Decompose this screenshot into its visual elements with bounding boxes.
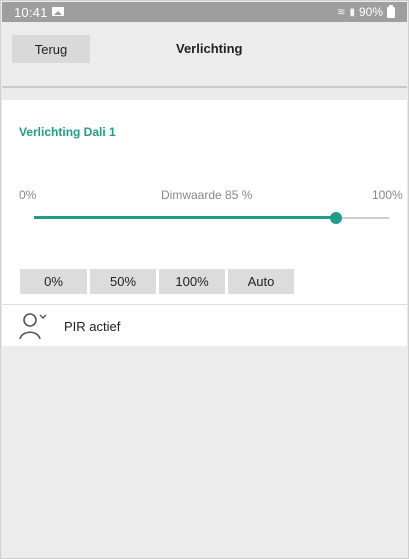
empty-area <box>2 346 407 558</box>
status-time: 10:41 <box>14 5 48 20</box>
pir-label: PIR actief <box>64 319 121 334</box>
dim-slider[interactable] <box>34 210 389 226</box>
battery-icon <box>387 4 395 18</box>
status-bar: 10:41 ≋ ▮ 90% <box>2 2 407 22</box>
slider-fill <box>34 216 336 219</box>
battery-level: 90% <box>358 5 383 19</box>
preset-50-button[interactable]: 50% <box>90 269 156 294</box>
dim-max-label: 100% <box>372 188 403 202</box>
section-title: Verlichting Dali 1 <box>19 125 116 139</box>
page-title: Verlichting <box>176 41 243 56</box>
person-icon <box>19 313 47 340</box>
dim-value-label: Dimwaarde 85 % <box>161 188 253 202</box>
pir-row[interactable]: PIR actief <box>2 305 407 346</box>
dim-min-label: 0% <box>19 188 37 202</box>
slider-thumb[interactable] <box>329 212 342 224</box>
signal-icon: ▮ <box>349 6 355 18</box>
back-button[interactable]: Terug <box>12 35 90 63</box>
preset-100-button[interactable]: 100% <box>159 269 225 294</box>
wifi-icon: ≋ <box>337 6 346 18</box>
preset-0-button[interactable]: 0% <box>20 269 87 294</box>
image-icon <box>52 7 64 16</box>
preset-buttons: 0% 50% 100% Auto <box>20 269 294 294</box>
app-frame: 10:41 ≋ ▮ 90% Terug Verlichting Verlicht… <box>0 0 409 559</box>
preset-auto-button[interactable]: Auto <box>228 269 294 294</box>
status-indicators: ≋ ▮ 90% <box>337 4 395 19</box>
